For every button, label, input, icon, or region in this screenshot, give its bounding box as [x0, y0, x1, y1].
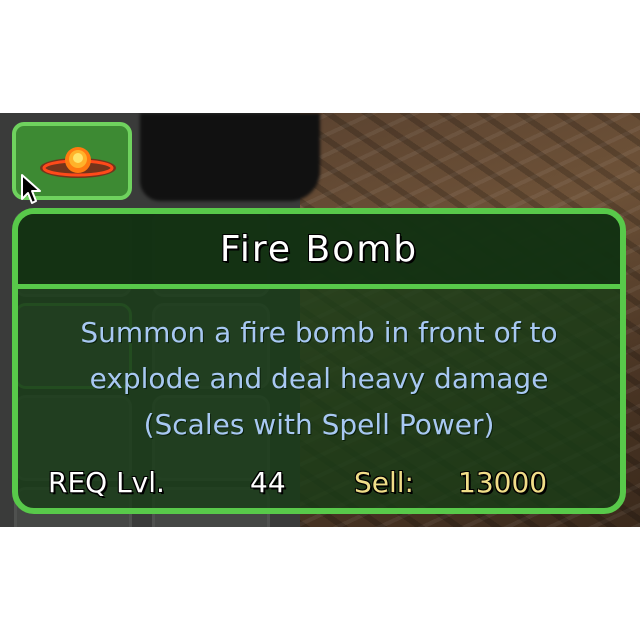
item-title: Fire Bomb [219, 228, 419, 270]
description-line: explode and deal heavy damage [89, 362, 549, 395]
sell-price-value: 13000 [458, 466, 548, 499]
description-line: Summon a fire bomb in front of to [80, 316, 558, 349]
required-level-value: 44 [250, 466, 286, 499]
mouse-cursor-icon [21, 174, 41, 204]
fire-bomb-icon [40, 147, 116, 178]
required-level-label: REQ Lvl. [48, 466, 165, 499]
redacted-area [140, 113, 320, 201]
sell-price-label: Sell: [354, 466, 414, 499]
item-description: Summon a fire bomb in front of to explod… [28, 310, 610, 448]
tooltip-title-bar: Fire Bomb [18, 214, 620, 289]
description-line: (Scales with Spell Power) [143, 408, 495, 441]
tooltip-footer: REQ Lvl. 44 Sell: 13000 [18, 466, 620, 506]
item-tooltip: Fire Bomb Summon a fire bomb in front of… [12, 208, 626, 514]
